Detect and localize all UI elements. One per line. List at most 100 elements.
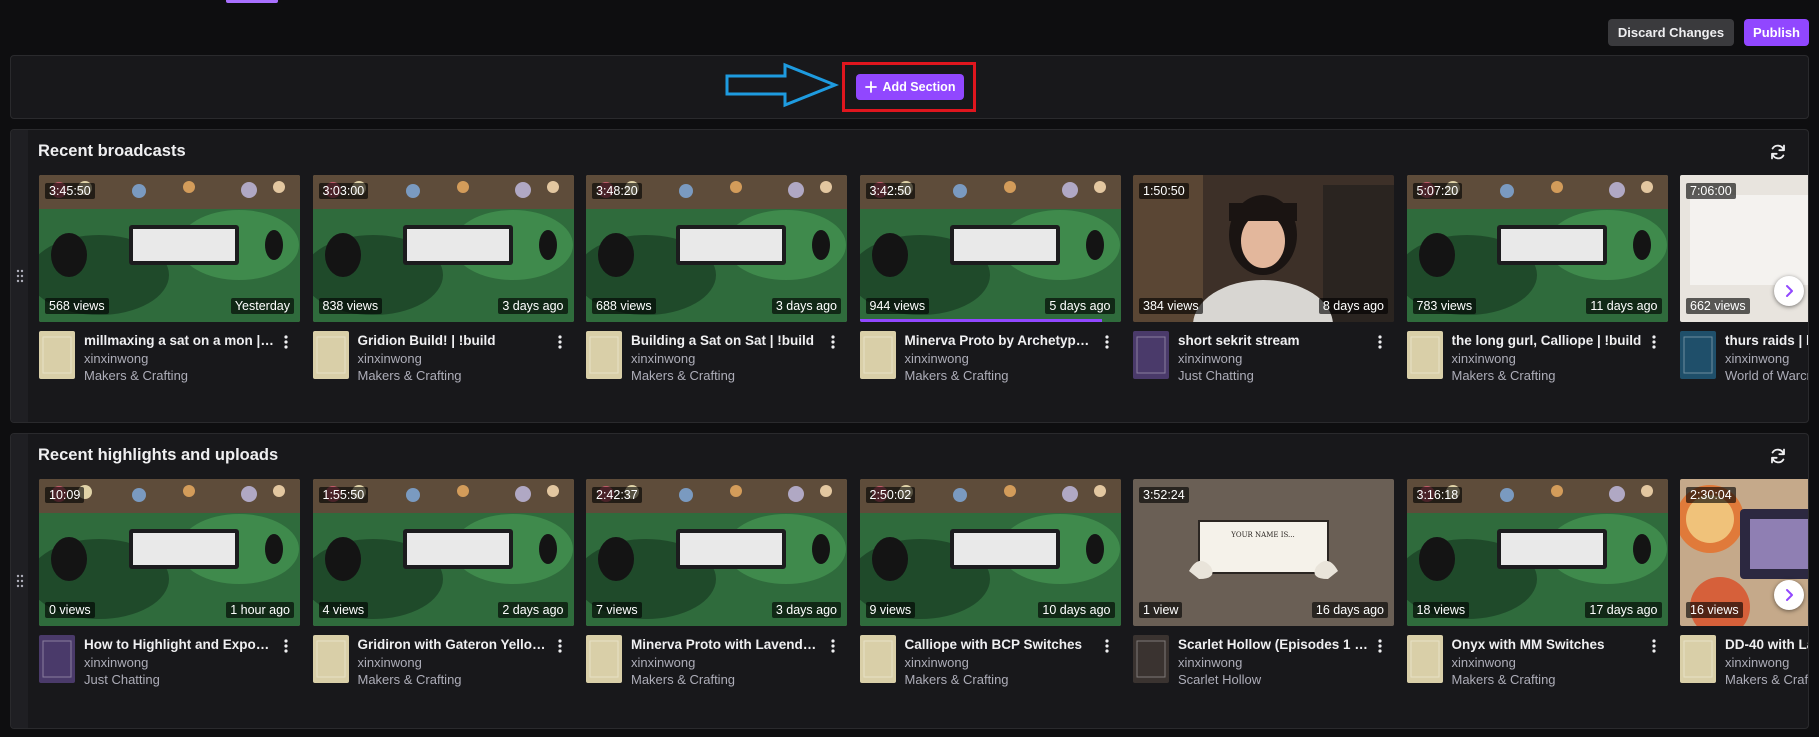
category-boxart[interactable] [1406, 331, 1443, 379]
category-name[interactable]: World of Warcraft [1725, 368, 1808, 383]
video-thumbnail[interactable]: 1:55:50 4 views 2 days ago [312, 479, 574, 626]
video-card[interactable]: 3:48:20 688 views 3 days ago Building a Sat… [586, 175, 847, 415]
category-name[interactable]: Makers & Crafting [1452, 672, 1556, 687]
video-card[interactable]: 2:50:02 9 views 10 days ago Calliope with B… [859, 479, 1121, 719]
kebab-icon[interactable] [1099, 635, 1115, 657]
video-title[interactable]: Gridion Build! | !build [358, 333, 548, 348]
kebab-icon[interactable] [278, 331, 294, 353]
category-boxart[interactable] [1406, 635, 1443, 683]
channel-name[interactable]: xinxinwong [1725, 655, 1789, 670]
channel-name[interactable]: xinxinwong [84, 655, 148, 670]
video-title[interactable]: DD-40 with Lavender [1725, 637, 1808, 652]
video-thumbnail[interactable]: 3:16:18 18 views 17 days ago [1406, 479, 1668, 626]
category-boxart[interactable] [39, 635, 75, 683]
video-title[interactable]: thurs raids | boom [1725, 333, 1808, 348]
carousel-next-button[interactable] [1774, 580, 1804, 610]
category-name[interactable]: Makers & Crafting [631, 368, 735, 383]
category-name[interactable]: Just Chatting [1178, 368, 1254, 383]
kebab-icon[interactable] [1646, 635, 1662, 657]
drag-handle-icon[interactable] [11, 130, 28, 422]
category-boxart[interactable] [1680, 331, 1716, 379]
refresh-icon[interactable] [1768, 446, 1788, 466]
category-name[interactable]: Just Chatting [84, 672, 160, 687]
video-title[interactable]: millmaxing a sat on a mon | !b... [84, 333, 274, 348]
carousel-next-button[interactable] [1774, 276, 1804, 306]
publish-button[interactable]: Publish [1744, 19, 1809, 46]
discard-changes-button[interactable]: Discard Changes [1607, 19, 1735, 46]
category-name[interactable]: Makers & Crafting [1452, 368, 1556, 383]
video-card[interactable]: 5:07:20 783 views 11 days ago the long gurl… [1406, 175, 1668, 415]
channel-name[interactable]: xinxinwong [1452, 655, 1516, 670]
video-title[interactable]: Onyx with MM Switches [1452, 637, 1642, 652]
channel-name[interactable]: xinxinwong [1178, 351, 1242, 366]
video-title[interactable]: Building a Sat on Sat | !build [631, 333, 821, 348]
video-card[interactable]: 2:42:37 7 views 3 days ago Minerva Proto wi… [586, 479, 847, 719]
video-card[interactable]: 3:16:18 18 views 17 days ago Onyx with MM S… [1406, 479, 1668, 719]
refresh-icon[interactable] [1768, 142, 1788, 162]
video-title[interactable]: How to Highlight and Export t... [84, 637, 274, 652]
video-thumbnail[interactable]: 10:09 0 views 1 hour ago [39, 479, 300, 626]
drag-handle-icon[interactable] [11, 434, 28, 728]
video-card[interactable]: YOUR NAME IS... 3:52:24 1 view 16 days ago S… [1133, 479, 1394, 719]
video-card[interactable]: 3:45:50 568 views Yesterday millmaxing a sa… [39, 175, 300, 415]
channel-name[interactable]: xinxinwong [631, 351, 695, 366]
kebab-icon[interactable] [1372, 331, 1388, 353]
channel-name[interactable]: xinxinwong [1725, 351, 1789, 366]
category-boxart[interactable] [312, 635, 349, 683]
channel-name[interactable]: xinxinwong [905, 351, 969, 366]
channel-name[interactable]: xinxinwong [905, 655, 969, 670]
category-boxart[interactable] [1133, 331, 1169, 379]
add-section-button[interactable]: Add Section [856, 74, 964, 100]
category-name[interactable]: Makers & Crafting [358, 368, 462, 383]
channel-name[interactable]: xinxinwong [1452, 351, 1516, 366]
category-boxart[interactable] [39, 331, 75, 379]
video-thumbnail[interactable]: 3:03:00 838 views 3 days ago [312, 175, 574, 322]
category-name[interactable]: Makers & Crafting [905, 672, 1009, 687]
video-thumbnail[interactable]: 1:50:50 384 views 8 days ago [1133, 175, 1394, 322]
kebab-icon[interactable] [278, 635, 294, 657]
category-name[interactable]: Makers & Crafting [358, 672, 462, 687]
kebab-icon[interactable] [552, 331, 568, 353]
video-title[interactable]: Minerva Proto with Lavender ... [631, 637, 821, 652]
channel-name[interactable]: xinxinwong [84, 351, 148, 366]
video-thumbnail[interactable]: 3:42:50 944 views 5 days ago [859, 175, 1121, 322]
video-thumbnail[interactable]: 3:48:20 688 views 3 days ago [586, 175, 847, 322]
video-card[interactable]: 3:03:00 838 views 3 days ago Gridion Build!… [312, 175, 574, 415]
kebab-icon[interactable] [1646, 331, 1662, 353]
category-boxart[interactable] [859, 635, 896, 683]
category-name[interactable]: Scarlet Hollow [1178, 672, 1261, 687]
video-title[interactable]: Calliope with BCP Switches [905, 637, 1095, 652]
channel-name[interactable]: xinxinwong [1178, 655, 1242, 670]
category-boxart[interactable] [586, 331, 622, 379]
category-boxart[interactable] [859, 331, 896, 379]
video-title[interactable]: Minerva Proto by Archetype! |... [905, 333, 1095, 348]
video-thumbnail[interactable]: 2:42:37 7 views 3 days ago [586, 479, 847, 626]
video-card[interactable]: 10:09 0 views 1 hour ago How to Highlight a… [39, 479, 300, 719]
category-name[interactable]: Makers & Crafting [905, 368, 1009, 383]
category-boxart[interactable] [1133, 635, 1169, 683]
category-boxart[interactable] [312, 331, 349, 379]
video-title[interactable]: short sekrit stream [1178, 333, 1368, 348]
channel-name[interactable]: xinxinwong [631, 655, 695, 670]
category-boxart[interactable] [1680, 635, 1716, 683]
video-thumbnail[interactable]: YOUR NAME IS... 3:52:24 1 view 16 days ago [1133, 479, 1394, 626]
video-title[interactable]: the long gurl, Calliope | !build [1452, 333, 1642, 348]
channel-name[interactable]: xinxinwong [358, 655, 422, 670]
video-card[interactable]: 1:50:50 384 views 8 days ago short sekrit s… [1133, 175, 1394, 415]
category-boxart[interactable] [586, 635, 622, 683]
category-name[interactable]: Makers & Crafting [631, 672, 735, 687]
category-name[interactable]: Makers & Crafting [1725, 672, 1808, 687]
video-card[interactable]: 3:42:50 944 views 5 days ago Minerva Proto … [859, 175, 1121, 415]
video-thumbnail[interactable]: 5:07:20 783 views 11 days ago [1406, 175, 1668, 322]
channel-name[interactable]: xinxinwong [358, 351, 422, 366]
kebab-icon[interactable] [825, 635, 841, 657]
kebab-icon[interactable] [552, 635, 568, 657]
kebab-icon[interactable] [1372, 635, 1388, 657]
kebab-icon[interactable] [1099, 331, 1115, 353]
kebab-icon[interactable] [825, 331, 841, 353]
video-thumbnail[interactable]: 2:50:02 9 views 10 days ago [859, 479, 1121, 626]
category-name[interactable]: Makers & Crafting [84, 368, 188, 383]
video-card[interactable]: 1:55:50 4 views 2 days ago Gridiron with Ga… [312, 479, 574, 719]
video-title[interactable]: Scarlet Hollow (Episodes 1 & 2) [1178, 637, 1368, 652]
video-title[interactable]: Gridiron with Gateron Yellow ... [358, 637, 548, 652]
